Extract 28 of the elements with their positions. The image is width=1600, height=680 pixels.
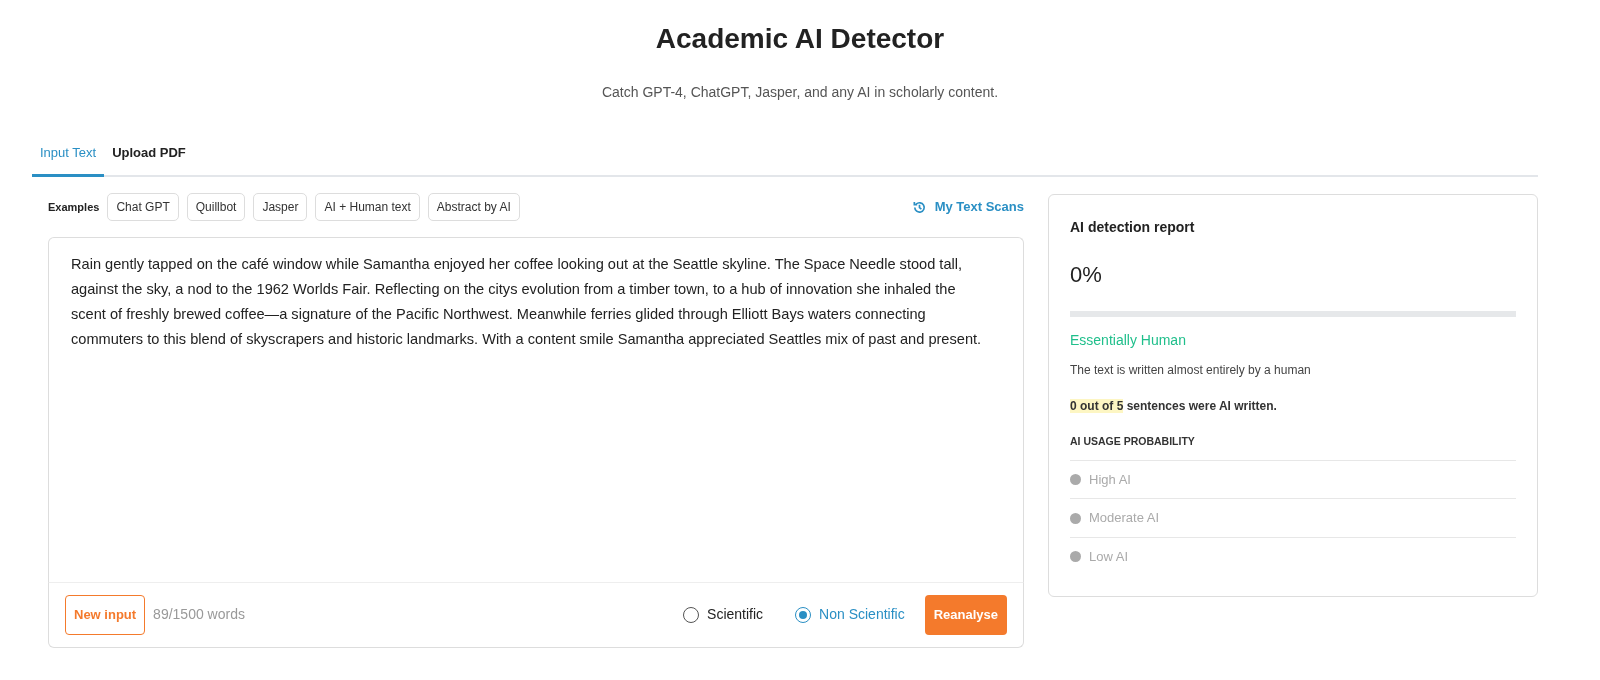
example-button[interactable]: Quillbot — [186, 193, 246, 222]
radio-option[interactable]: Scientific — [683, 604, 764, 626]
word-count: 89/1500 words — [153, 605, 245, 625]
example-button[interactable]: Chat GPT — [107, 193, 179, 222]
dot-icon — [1070, 551, 1081, 563]
radio-option[interactable]: Non Scientific — [795, 604, 905, 626]
probability-label: High AI — [1089, 470, 1131, 489]
history-icon — [911, 199, 927, 215]
example-button[interactable]: Jasper — [253, 193, 308, 222]
tab[interactable]: Upload PDF — [104, 134, 194, 178]
examples-label: Examples — [48, 199, 100, 215]
example-button[interactable]: AI + Human text — [315, 193, 420, 222]
input-field[interactable]: Rain gently tapped on the café window while Samantha enjoyed her coffee looking out at the Seattle skyline. The Space Needle stood tall, against the sky, a nod to the 1962 Worlds Fair. Reflecting on the citys evolution from a timber town, to a hub of innovation she inhaled the scent of freshly brewed coffee—a signature of the Pacific Northwest. Meanwhile ferries glided through Elliott Bays waters connecting commuters to this blend of skyscrapers and historic landmarks. With a content smile Samantha appreciated Seattles mix of past and present. — [48, 237, 1024, 583]
page-subtitle: Catch GPT-4, ChatGPT, Jasper, and any AI in scholarly content. — [600, 82, 1000, 102]
probability-label: Low AI — [1089, 547, 1129, 566]
verdict-text: Essentially Human — [1070, 331, 1187, 351]
dot-icon — [1070, 474, 1081, 486]
dot-icon — [1070, 512, 1081, 524]
ai-percentage: 0% — [1070, 261, 1103, 290]
probability-label: Moderate AI — [1089, 509, 1160, 528]
tab[interactable]: Input Text — [32, 134, 105, 178]
page-title: Academic AI Detector — [654, 22, 946, 56]
my-text-scans-link[interactable]: My Text Scans — [911, 197, 1024, 217]
sentence-summary: 0 out of 5 sentences were AI written. — [1070, 398, 1278, 416]
example-button[interactable]: Abstract by AI — [427, 193, 520, 222]
report-title: AI detection report — [1070, 218, 1196, 238]
probability-heading: AI USAGE PROBABILITY — [1070, 434, 1196, 450]
verdict-description: The text is written almost entirely by a human — [1070, 362, 1312, 380]
